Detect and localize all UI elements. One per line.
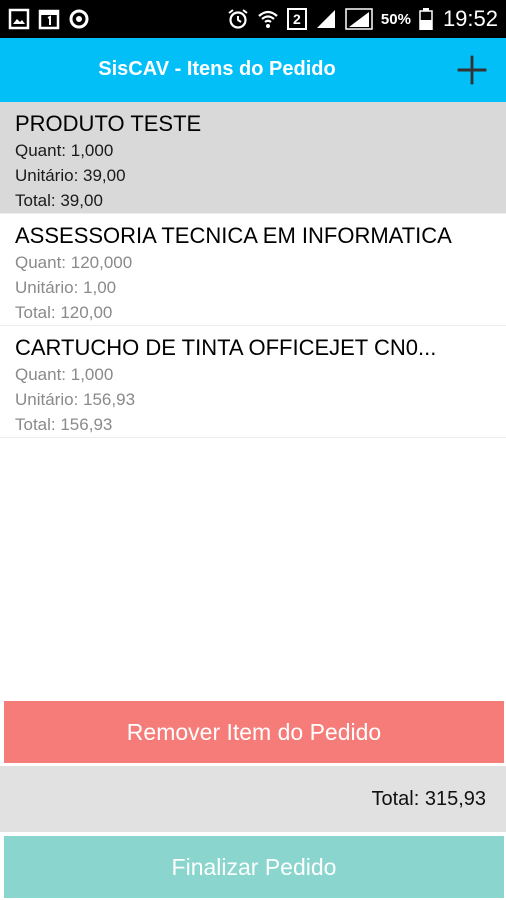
signal-icon — [315, 8, 337, 30]
list-item[interactable]: ASSESSORIA TECNICA EM INFORMATICA Quant:… — [0, 214, 506, 326]
item-total: Total: 156,93 — [15, 415, 113, 434]
status-bar: 2 50% 19:52 — [0, 0, 506, 38]
status-clock: 19:52 — [442, 6, 498, 31]
battery-icon — [419, 8, 433, 30]
plus-icon — [457, 55, 487, 85]
remove-item-button[interactable]: Remover Item do Pedido — [4, 701, 504, 763]
item-total: Total: 120,00 — [15, 303, 113, 322]
sim-2-badge: 2 — [293, 11, 301, 27]
order-items-list: PRODUTO TESTE Quant: 1,000 Unitário: 39,… — [0, 102, 506, 438]
item-total: Total: 39,00 — [15, 191, 103, 210]
app-bar: SisCAV - Itens do Pedido — [0, 38, 506, 102]
image-icon — [8, 8, 30, 30]
order-total-row: Total: 315,93 — [0, 766, 506, 832]
item-name: PRODUTO TESTE — [15, 111, 202, 136]
item-unit-price: Unitário: 156,93 — [15, 390, 136, 409]
list-item[interactable]: PRODUTO TESTE Quant: 1,000 Unitário: 39,… — [0, 102, 506, 214]
sim-2-icon: 2 — [286, 8, 307, 30]
add-item-button[interactable] — [452, 50, 492, 90]
calendar-icon — [38, 8, 60, 30]
item-quantity: Quant: 120,000 — [15, 253, 133, 272]
item-quantity: Quant: 1,000 — [15, 141, 114, 160]
item-name: ASSESSORIA TECNICA EM INFORMATICA — [15, 223, 452, 248]
alarm-icon — [227, 8, 249, 30]
list-item[interactable]: CARTUCHO DE TINTA OFFICEJET CN0... Quant… — [0, 326, 506, 438]
page-title: SisCAV - Itens do Pedido — [98, 58, 336, 80]
status-bar-system: 2 50% 19:52 — [227, 6, 498, 32]
item-unit-price: Unitário: 39,00 — [15, 166, 126, 185]
sync-icon — [68, 8, 90, 30]
finalize-order-button[interactable]: Finalizar Pedido — [4, 836, 504, 898]
wifi-icon — [257, 8, 279, 30]
status-bar-notifications — [8, 8, 90, 30]
item-quantity: Quant: 1,000 — [15, 365, 114, 384]
order-total: Total: 315,93 — [371, 787, 486, 810]
battery-percent: 50% — [380, 10, 411, 28]
item-name: CARTUCHO DE TINTA OFFICEJET CN0... — [15, 335, 437, 360]
item-unit-price: Unitário: 1,00 — [15, 278, 117, 297]
signal-icon — [345, 8, 373, 30]
